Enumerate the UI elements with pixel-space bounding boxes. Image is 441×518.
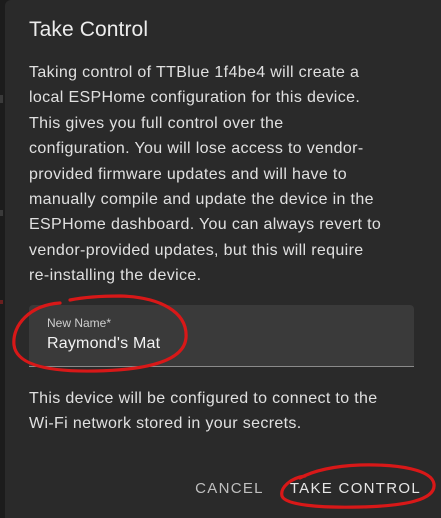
- backdrop-edge-mark: [0, 300, 3, 304]
- dialog-description: Taking control of TTBlue 1f4be4 will cre…: [29, 60, 404, 289]
- new-name-label: New Name*: [47, 316, 112, 330]
- description-line: re-installing the device.: [29, 267, 202, 285]
- description-line: configuration. You will lose access to v…: [29, 140, 364, 158]
- backdrop-edge-mark: [0, 210, 3, 216]
- dialog-actions: CANCEL TAKE CONTROL: [195, 478, 421, 499]
- take-control-button[interactable]: TAKE CONTROL: [290, 478, 421, 499]
- take-control-dialog: Take Control Taking control of TTBlue 1f…: [5, 0, 441, 518]
- wifi-note: This device will be configured to connec…: [29, 386, 414, 436]
- description-line: provided firmware updates and will have …: [29, 165, 347, 183]
- description-line: Taking control of TTBlue 1f4be4 will cre…: [29, 64, 360, 81]
- new-name-field[interactable]: New Name* Raymond's Mat: [29, 305, 414, 367]
- new-name-input[interactable]: Raymond's Mat: [47, 335, 160, 353]
- description-line: vendor-provided updates, but this will r…: [29, 241, 364, 259]
- note-line: This device will be configured to connec…: [29, 390, 378, 407]
- dialog-title: Take Control: [29, 18, 149, 41]
- description-line: local ESPHome configuration for this dev…: [29, 89, 361, 107]
- cancel-button[interactable]: CANCEL: [195, 478, 264, 499]
- backdrop-edge-mark: [0, 95, 3, 103]
- note-line: Wi-Fi network stored in your secrets.: [29, 415, 302, 432]
- description-line: ESPHome dashboard. You can always revert…: [29, 216, 382, 234]
- description-line: This gives you full control over the: [29, 114, 284, 132]
- description-line: manually compile and update the device i…: [29, 191, 374, 209]
